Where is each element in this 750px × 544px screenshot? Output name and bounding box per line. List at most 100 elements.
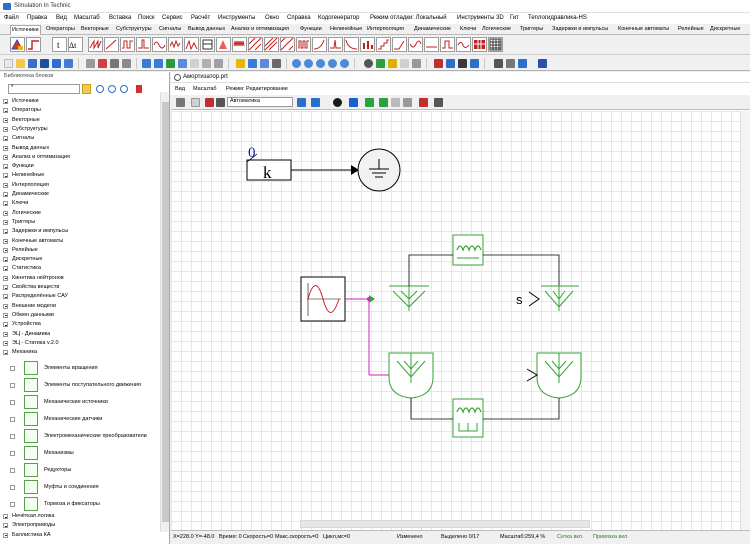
tab-fsm[interactable]: Конечные автоматы: [618, 26, 669, 32]
doc-pause-icon[interactable]: [391, 98, 400, 107]
spring-damper-top[interactable]: [452, 234, 484, 266]
stop-icon[interactable]: [412, 59, 421, 68]
undo-icon[interactable]: [142, 59, 151, 68]
source-block-square[interactable]: [120, 37, 135, 52]
group-icon[interactable]: [202, 59, 211, 68]
db-icon[interactable]: [470, 59, 479, 68]
tab-triggers[interactable]: Триггеры: [520, 26, 543, 32]
plugin-icon[interactable]: [506, 59, 515, 68]
tab-nonlinear[interactable]: Нелинейные: [330, 26, 362, 32]
menu-debug[interactable]: Режим отладки: Локальный: [370, 15, 447, 21]
menu-view[interactable]: Вид: [56, 15, 67, 21]
paste-icon[interactable]: [122, 59, 131, 68]
tab-dynamic[interactable]: Динамические: [414, 26, 451, 32]
mass-block-lower-left[interactable]: [388, 352, 434, 399]
mode-select[interactable]: Автоматика: [227, 97, 293, 107]
doc-refresh-icon[interactable]: [349, 98, 358, 107]
source-block-wave-2[interactable]: [408, 37, 423, 52]
canvas-vscrollbar[interactable]: [740, 111, 750, 530]
mech-port-upper-left[interactable]: [389, 285, 429, 311]
source-block-sine[interactable]: [152, 37, 167, 52]
tab-logic[interactable]: Логические: [482, 26, 511, 32]
collapse-icon[interactable]: [120, 85, 128, 93]
source-block-step[interactable]: [26, 37, 41, 52]
table-icon[interactable]: [260, 59, 269, 68]
source-block-saw[interactable]: [88, 37, 103, 52]
source-block-ramp-2[interactable]: [392, 37, 407, 52]
zoom-in-icon[interactable]: [304, 59, 313, 68]
canvas-hscrollbar[interactable]: [300, 520, 590, 528]
menu-search[interactable]: Поиск: [138, 15, 155, 21]
sine-source-block[interactable]: [300, 276, 346, 322]
spring-damper-bottom[interactable]: [452, 398, 484, 438]
pause-icon[interactable]: [400, 59, 409, 68]
terminal-icon[interactable]: [458, 59, 467, 68]
source-block-peaks[interactable]: [184, 37, 199, 52]
status-snap[interactable]: Привязка вкл.: [593, 534, 629, 540]
tab-signals[interactable]: Сигналы: [159, 26, 181, 32]
zoom-out-icon[interactable]: [316, 59, 325, 68]
mass-block-lower-right[interactable]: [536, 352, 582, 399]
doc-menu-mode[interactable]: Режим: Редактирование: [226, 86, 288, 92]
menu-file[interactable]: Файл: [4, 15, 19, 21]
menu-window[interactable]: Окно: [265, 15, 279, 21]
window-icon[interactable]: [518, 59, 527, 68]
save-all-icon[interactable]: [52, 59, 61, 68]
doc-run-icon[interactable]: [365, 98, 374, 107]
source-block-square-2[interactable]: [440, 37, 455, 52]
tab-sources[interactable]: Источники: [10, 25, 41, 35]
source-block-bars[interactable]: [360, 37, 375, 52]
timer-icon[interactable]: [364, 59, 373, 68]
doc-settings-icon[interactable]: [434, 98, 443, 107]
save-as-icon[interactable]: [40, 59, 49, 68]
export-icon[interactable]: [446, 59, 455, 68]
align-icon[interactable]: [190, 59, 199, 68]
tab-functions[interactable]: Функции: [300, 26, 322, 32]
doc-menu-view[interactable]: Вид: [175, 86, 185, 92]
zoom-fit-icon[interactable]: [328, 59, 337, 68]
source-block-time[interactable]: t: [52, 37, 67, 52]
menu-edit[interactable]: Правка: [27, 15, 47, 21]
settings-icon[interactable]: [494, 59, 503, 68]
doc-stop-icon[interactable]: [403, 98, 412, 107]
cut-icon[interactable]: [86, 59, 95, 68]
menu-git[interactable]: Гит: [510, 15, 519, 21]
folder-icon[interactable]: [82, 84, 91, 94]
menu-thermo[interactable]: Теплогидравлика-HS: [528, 15, 587, 21]
menu-tools[interactable]: Инструменты: [218, 15, 255, 21]
help-icon[interactable]: [538, 59, 547, 68]
source-block-spike[interactable]: [328, 37, 343, 52]
doc-chart-icon[interactable]: [419, 98, 428, 107]
source-block-triangle[interactable]: [10, 37, 25, 52]
source-block-hatched[interactable]: [248, 37, 263, 52]
source-block-ramp[interactable]: [104, 37, 119, 52]
source-block-steps[interactable]: [376, 37, 391, 52]
pencil-icon[interactable]: [236, 59, 245, 68]
open-folder-icon[interactable]: [16, 59, 25, 68]
save-icon[interactable]: [28, 59, 37, 68]
expand-icon[interactable]: [108, 85, 116, 93]
source-block-chirp[interactable]: [232, 37, 247, 52]
menu-help[interactable]: Справка: [287, 15, 311, 21]
delete-icon[interactable]: [98, 59, 107, 68]
property-icon[interactable]: [248, 59, 257, 68]
source-block-matrix[interactable]: [488, 37, 503, 52]
menu-calc[interactable]: Расчёт: [191, 15, 210, 21]
source-block-grid[interactable]: [472, 37, 487, 52]
source-block-hatched-2[interactable]: [264, 37, 279, 52]
ungroup-icon[interactable]: [214, 59, 223, 68]
run-icon[interactable]: [376, 59, 385, 68]
source-block-level[interactable]: [424, 37, 439, 52]
scroll-thumb[interactable]: [162, 102, 169, 522]
source-block-exp[interactable]: [312, 37, 327, 52]
refresh-icon[interactable]: [166, 59, 175, 68]
tab-discrete[interactable]: Дискретные: [710, 26, 740, 32]
source-block-pulse-train[interactable]: [296, 37, 311, 52]
layers-icon[interactable]: [311, 98, 320, 107]
tools-icon[interactable]: [205, 98, 214, 107]
up-icon[interactable]: [176, 98, 185, 107]
zoom-icon[interactable]: [292, 59, 301, 68]
menu-insert[interactable]: Вставка: [109, 15, 131, 21]
zoom-100-icon[interactable]: [340, 59, 349, 68]
source-block-delta-t[interactable]: Δt: [68, 37, 83, 52]
